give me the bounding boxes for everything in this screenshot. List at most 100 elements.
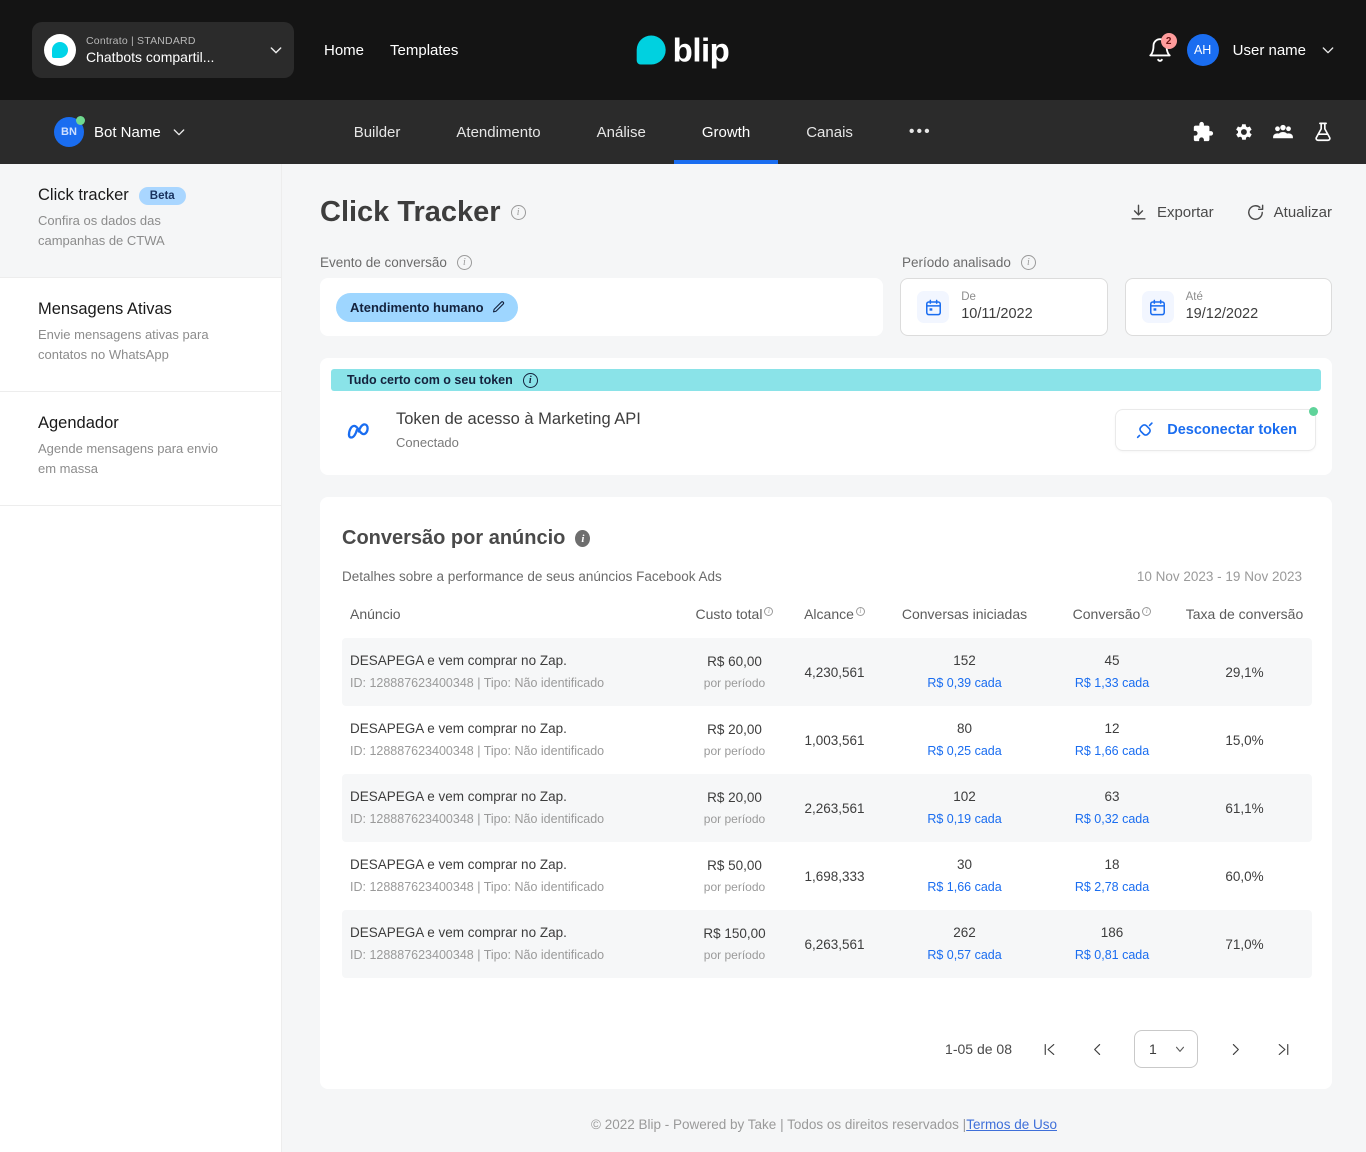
calendar-icon — [925, 299, 941, 315]
conversion-card-date-range: 10 Nov 2023 - 19 Nov 2023 — [1136, 569, 1302, 584]
refresh-label: Atualizar — [1273, 204, 1332, 221]
ad-id: ID: 128887623400348 | Tipo: Não identifi… — [350, 880, 605, 894]
bot-navbar: BN Bot Name Builder Atendimento Análise … — [0, 100, 1366, 164]
flask-icon[interactable] — [1312, 121, 1334, 143]
table-header-row: Anúncio Custo total i Alcance i Conversas … — [342, 606, 1312, 638]
terms-of-use-link[interactable]: Termos de Uso — [966, 1117, 1057, 1132]
ad-name: DESAPEGA e vem comprar no Zap. — [350, 925, 567, 940]
people-icon[interactable] — [1272, 121, 1294, 143]
period-filter-info-icon[interactable]: i — [1020, 255, 1036, 270]
date-from-label: De — [961, 291, 976, 303]
refresh-icon — [1247, 204, 1263, 220]
topbar-link-home[interactable]: Home — [324, 42, 364, 59]
topbar-link-templates[interactable]: Templates — [390, 42, 458, 59]
table-row[interactable]: DESAPEGA e vem comprar no Zap. ID: 12888… — [342, 774, 1312, 842]
cell-rate: 29,1% — [1177, 638, 1312, 706]
tab-builder[interactable]: Builder — [326, 100, 429, 164]
next-page-button[interactable] — [1224, 1038, 1246, 1060]
ad-name: DESAPEGA e vem comprar no Zap. — [350, 789, 567, 804]
disconnect-token-button[interactable]: Desconectar token — [1115, 407, 1318, 451]
table-row[interactable]: DESAPEGA e vem comprar no Zap. ID: 12888… — [342, 842, 1312, 910]
user-menu-chevron-down-icon[interactable] — [1320, 42, 1336, 58]
cost-value: R$ 60,00 — [707, 654, 762, 669]
period-filter-label: Período analisado — [902, 255, 1011, 270]
avatar[interactable]: AH — [1186, 34, 1219, 66]
pagination: 1-05 de 08 1 — [342, 1030, 1302, 1068]
conversions-each: R$ 1,33 cada — [1074, 676, 1150, 690]
conversion-event-chip-label: Atendimento humano — [350, 299, 484, 315]
tab-atendimento[interactable]: Atendimento — [428, 100, 568, 164]
puzzle-icon[interactable] — [1192, 121, 1214, 143]
conversions-each: R$ 2,78 cada — [1074, 880, 1150, 894]
contract-selector[interactable]: Contrato | STANDARD Chatbots compartil..… — [32, 22, 294, 78]
chevron-left-icon — [1093, 1043, 1100, 1055]
cell-ad: DESAPEGA e vem comprar no Zap. ID: 12888… — [342, 842, 682, 910]
conversations-value: 262 — [953, 925, 976, 940]
notifications-button[interactable]: 2 — [1147, 33, 1177, 63]
tab-growth[interactable]: Growth — [673, 100, 779, 164]
main-content: Click Tracker i Exportar Atualizar Event… — [282, 164, 1366, 1152]
beta-badge: Beta — [138, 186, 186, 205]
refresh-button[interactable]: Atualizar — [1246, 203, 1332, 222]
event-filter-info-icon[interactable]: i — [456, 255, 472, 270]
period-filter-label-wrap: Período analisado i — [902, 255, 1036, 270]
bot-selector[interactable]: BN Bot Name — [54, 116, 187, 147]
table-row[interactable]: DESAPEGA e vem comprar no Zap. ID: 12888… — [342, 638, 1312, 706]
cell-rate: 60,0% — [1225, 868, 1264, 884]
page-title-info-icon[interactable]: i — [510, 205, 526, 220]
contract-avatar — [44, 34, 76, 66]
table-row[interactable]: DESAPEGA e vem comprar no Zap. ID: 12888… — [342, 706, 1312, 774]
event-filter-label: Evento de conversão — [320, 255, 447, 270]
conversions-value: 186 — [1100, 925, 1124, 940]
tab-canais[interactable]: Canais — [778, 100, 881, 164]
page-select[interactable]: 1 — [1134, 1030, 1198, 1068]
ad-id: ID: 128887623400348 | Tipo: Não identifi… — [350, 676, 605, 690]
last-page-button[interactable] — [1272, 1038, 1294, 1060]
first-page-button[interactable] — [1038, 1038, 1060, 1060]
col-custo-total: Custo total i — [682, 606, 787, 638]
conversion-event-chip[interactable]: Atendimento humano — [336, 292, 518, 322]
date-from-field[interactable]: De 10/11/2022 — [900, 278, 1108, 336]
cell-reach: 4,230,561 — [787, 638, 882, 706]
sidebar-item-description: Confira os dados das campanhas de CTWA — [38, 213, 165, 248]
ad-name: DESAPEGA e vem comprar no Zap. — [350, 653, 567, 668]
bot-nav-tabs: Builder Atendimento Análise Growth Canai… — [326, 100, 960, 164]
page-title: Click Tracker — [320, 196, 501, 228]
sidebar-item-label: Agendador — [38, 414, 119, 432]
conversion-event-field[interactable]: Atendimento humano — [320, 278, 884, 336]
conversations-each: R$ 0,39 cada — [927, 676, 1002, 690]
conversations-value: 152 — [953, 653, 976, 668]
custo-total-info-icon[interactable]: i — [764, 606, 774, 616]
cell-conversations: 30 R$ 1,66 cada — [882, 842, 1047, 910]
previous-page-button[interactable] — [1086, 1038, 1108, 1060]
tab-analise[interactable]: Análise — [569, 100, 674, 164]
conversao-info-icon[interactable]: i — [1142, 606, 1152, 616]
chevron-down-icon — [270, 47, 282, 54]
user-name-label[interactable]: User name — [1233, 42, 1306, 59]
export-button[interactable]: Exportar — [1129, 203, 1214, 222]
blip-logo[interactable]: blip — [636, 34, 730, 67]
sidebar-item-agendador[interactable]: Agendador Agende mensagens para envio em… — [0, 392, 281, 506]
token-banner-info-icon[interactable]: i — [522, 372, 538, 388]
gear-icon[interactable] — [1232, 121, 1254, 143]
col-conversao-label: Conversão — [1072, 606, 1141, 622]
contract-plan-label: Contrato | STANDARD — [86, 35, 196, 47]
col-alcance-label: Alcance — [804, 606, 854, 622]
cell-cost: R$ 20,00 por período — [682, 706, 787, 774]
conversations-value: 102 — [953, 789, 976, 804]
sidebar-item-mensagens-ativas[interactable]: Mensagens Ativas Envie mensagens ativas … — [0, 278, 281, 392]
conversion-card-title: Conversão por anúncio — [342, 527, 566, 549]
conversations-each: R$ 1,66 cada — [927, 880, 1002, 894]
cell-conversations: 262 R$ 0,57 cada — [882, 910, 1047, 978]
edit-pencil-icon[interactable] — [491, 300, 506, 315]
tab-more-options[interactable]: ••• — [881, 100, 960, 164]
date-to-field[interactable]: Até 19/12/2022 — [1124, 278, 1332, 336]
table-row[interactable]: DESAPEGA e vem comprar no Zap. ID: 12888… — [342, 910, 1312, 978]
conversations-value: 30 — [956, 857, 973, 872]
sidebar-item-click-tracker[interactable]: Click tracker Beta Confira os dados das … — [0, 164, 281, 278]
conversion-card-info-icon[interactable]: i — [575, 530, 591, 547]
last-page-icon — [1278, 1043, 1288, 1055]
alcance-info-icon[interactable]: i — [855, 606, 865, 616]
ad-name: DESAPEGA e vem comprar no Zap. — [350, 857, 567, 872]
conversion-by-ad-card: Conversão por anúncio i Detalhes sobre a… — [320, 497, 1332, 1089]
